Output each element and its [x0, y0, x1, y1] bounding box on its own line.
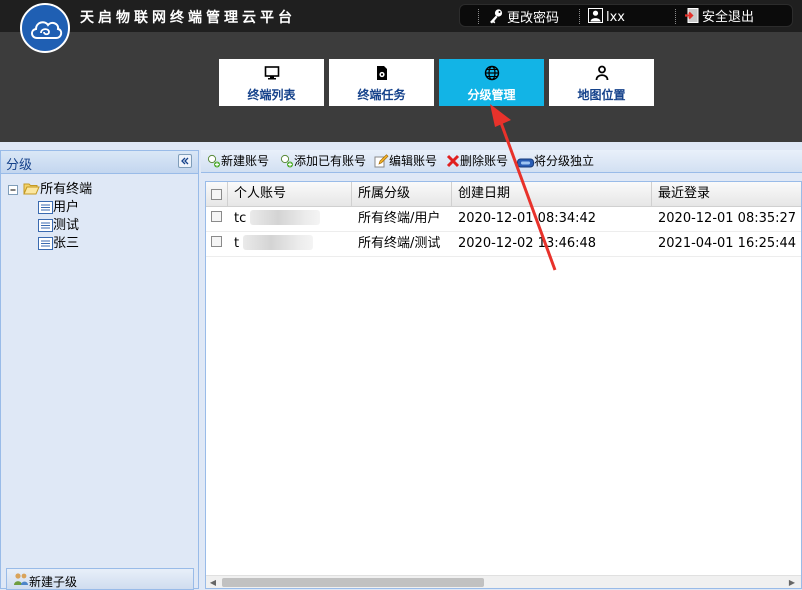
username: lxx: [606, 10, 625, 25]
user-add-icon: [280, 154, 293, 168]
created-cell: 2020-12-02 13:46:48: [458, 236, 597, 251]
row-checkbox[interactable]: [211, 236, 222, 247]
list-node-icon: [38, 201, 53, 214]
app-title: 天启物联网终端管理云平台: [80, 10, 296, 26]
collapse-toggle-icon: [8, 185, 18, 195]
nav-tile-label: 终端任务: [357, 88, 406, 102]
list-node-icon: [38, 219, 53, 232]
logout-link[interactable]: 安全退出: [684, 8, 754, 25]
tree-node[interactable]: 测试: [38, 217, 79, 234]
select-all-checkbox[interactable]: [211, 189, 222, 200]
account-toolbar: 新建账号 添加已有账号 编辑账号 删除账号 将分级独立: [201, 150, 802, 173]
new-child-group-button[interactable]: 新建子级: [13, 572, 77, 590]
double-chevron-left-icon: [181, 157, 189, 165]
group-tree-panel: 分级 所有终端 用户 测试 张三 新建子级: [0, 150, 199, 590]
panel-footer: 新建子级: [6, 568, 194, 590]
column-header-last-login[interactable]: 最近登录: [652, 182, 801, 206]
nav-tile-label: 终端列表: [247, 88, 296, 102]
panel-title: 分级: [6, 158, 33, 173]
panel-header: 分级: [1, 151, 198, 174]
tree-node-label: 所有终端: [40, 182, 93, 197]
horizontal-scrollbar[interactable]: ◀ ▶: [206, 575, 801, 588]
grid-header: 个人账号 所属分级 创建日期 最近登录: [206, 182, 801, 207]
nav-tile-group-management[interactable]: 分级管理: [439, 59, 544, 106]
add-existing-account-label: 添加已有账号: [294, 154, 367, 168]
edit-account-button[interactable]: 编辑账号: [374, 152, 437, 170]
delete-x-icon: [446, 154, 460, 168]
user-bar-divider: [478, 9, 480, 24]
tree-node[interactable]: 张三: [38, 235, 79, 252]
account-panel: 新建账号 添加已有账号 编辑账号 删除账号 将分级独立 个人账号 所属分级 创建…: [201, 150, 802, 589]
account-value: tc: [234, 211, 247, 226]
user-bar: 更改密码 lxx 安全退出: [459, 4, 793, 27]
table-row[interactable]: t 所有终端/测试 2020-12-02 13:46:48 2021-04-01…: [206, 231, 801, 257]
user-add-icon: [207, 154, 220, 168]
nav-tile-terminal-tasks[interactable]: 终端任务: [329, 59, 434, 106]
user-icon: [588, 8, 603, 23]
top-header: 天启物联网终端管理云平台 更改密码 lxx 安全退出 终端列表 终端任务 分级管…: [0, 0, 802, 142]
scroll-right-icon[interactable]: ▶: [786, 577, 798, 588]
account-cell: t: [228, 231, 352, 256]
monitor-icon: [264, 66, 279, 80]
scroll-left-icon[interactable]: ◀: [207, 577, 219, 588]
last-login-cell: 2020-12-01 08:35:27: [658, 211, 797, 226]
globe-icon: [484, 65, 499, 81]
nav-tile-label: 地图位置: [577, 88, 626, 102]
tree-node[interactable]: 用户: [38, 199, 79, 216]
group-cell: 所有终端/用户: [358, 211, 441, 226]
make-group-independent-label: 将分级独立: [534, 154, 595, 168]
table-row[interactable]: tc 所有终端/用户 2020-12-01 08:34:42 2020-12-0…: [206, 206, 801, 232]
created-cell: 2020-12-01 08:34:42: [458, 211, 597, 226]
column-header-created[interactable]: 创建日期: [452, 182, 652, 206]
account-grid: 个人账号 所属分级 创建日期 最近登录 tc 所有终端/用户 2020-12-0…: [205, 181, 802, 589]
person-icon: [595, 65, 608, 81]
user-bar-divider: [675, 9, 677, 24]
last-login-cell: 2021-04-01 16:25:44: [658, 236, 797, 251]
new-account-button[interactable]: 新建账号: [206, 152, 269, 170]
redacted-mask: [243, 235, 314, 250]
collapse-button[interactable]: [178, 154, 192, 168]
column-header-account[interactable]: 个人账号: [228, 182, 352, 206]
task-doc-icon: [376, 66, 387, 80]
users-add-icon: [14, 573, 28, 585]
scrollbar-thumb[interactable]: [222, 578, 484, 587]
link-badge-icon: [517, 158, 534, 168]
delete-account-label: 删除账号: [460, 154, 509, 168]
account-value: t: [234, 236, 240, 251]
column-header-group[interactable]: 所属分级: [352, 182, 452, 206]
list-node-icon: [38, 237, 53, 250]
change-password-label: 更改密码: [507, 11, 560, 26]
new-account-label: 新建账号: [221, 154, 270, 168]
new-child-group-label: 新建子级: [29, 575, 78, 589]
edit-pencil-icon: [374, 154, 389, 168]
redacted-mask: [250, 210, 321, 225]
cloud-logo-icon: [20, 3, 70, 53]
folder-open-icon: [23, 183, 40, 195]
group-cell: 所有终端/测试: [358, 236, 441, 251]
tree-node-label: 张三: [53, 236, 80, 251]
key-icon: [490, 9, 503, 24]
make-group-independent-button[interactable]: 将分级独立: [517, 152, 594, 170]
tree-node-root[interactable]: 所有终端: [8, 181, 92, 198]
add-existing-account-button[interactable]: 添加已有账号: [279, 152, 366, 170]
delete-account-button[interactable]: 删除账号: [446, 152, 508, 170]
edit-account-label: 编辑账号: [389, 154, 438, 168]
logout-label: 安全退出: [702, 10, 755, 25]
tree-node-label: 测试: [53, 218, 80, 233]
select-all-cell: [206, 182, 228, 206]
tree-node-label: 用户: [53, 200, 80, 215]
nav-tile-map-location[interactable]: 地图位置: [549, 59, 654, 106]
nav-tile-label: 分级管理: [467, 88, 516, 102]
logout-icon: [685, 8, 699, 23]
nav-tile-terminal-list[interactable]: 终端列表: [219, 59, 324, 106]
user-bar-divider: [579, 9, 581, 24]
change-password-link[interactable]: 更改密码: [488, 8, 560, 26]
row-checkbox[interactable]: [211, 211, 222, 222]
current-user[interactable]: lxx: [588, 8, 625, 25]
account-cell: tc: [228, 206, 352, 231]
